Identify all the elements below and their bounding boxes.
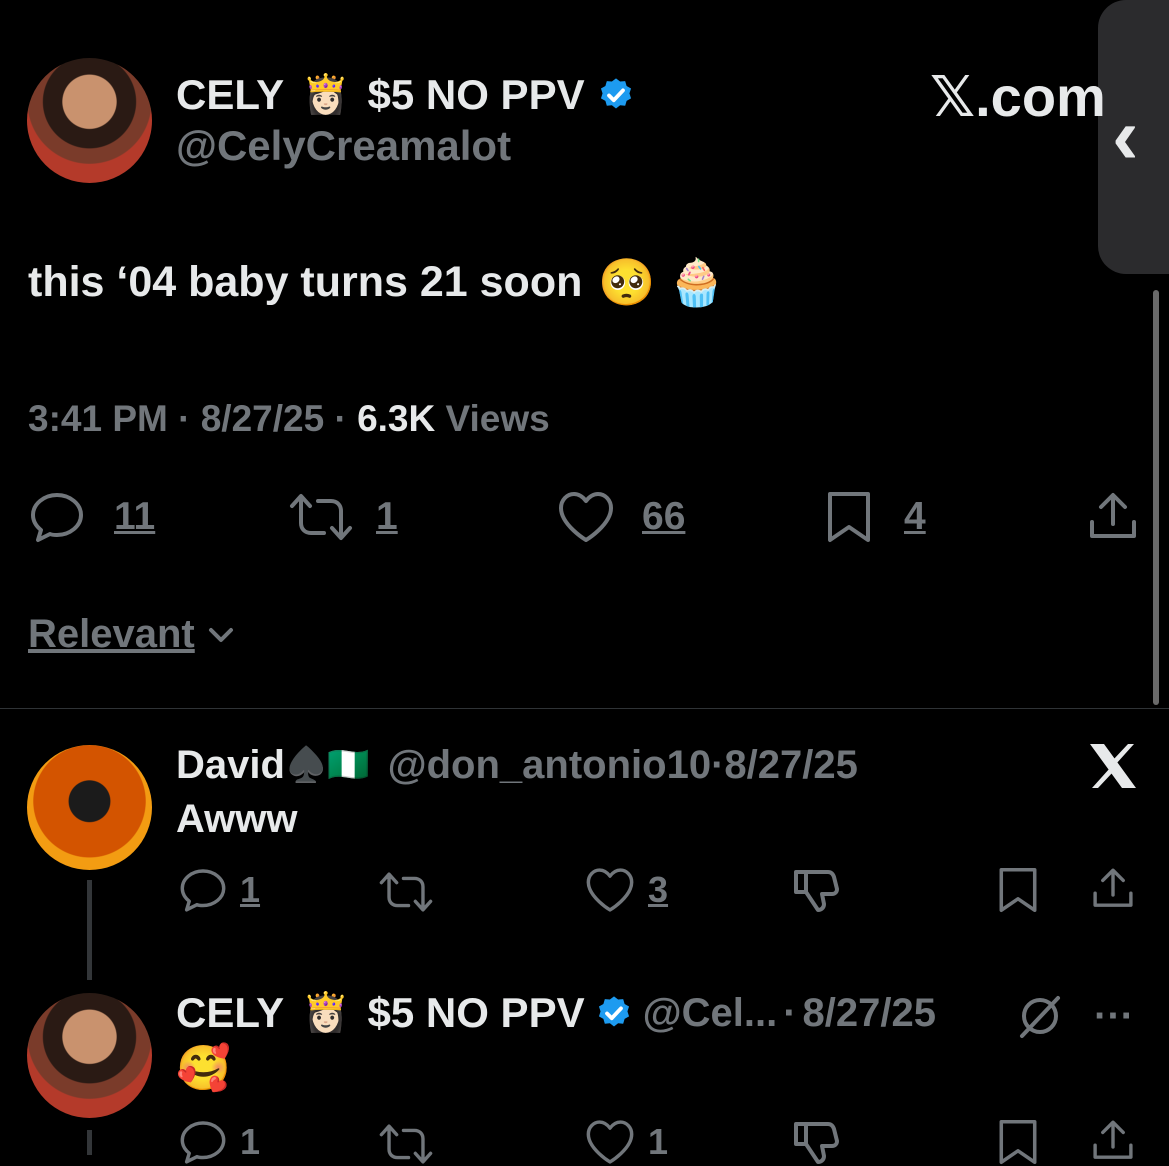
reply-reply-count: 1 [240,869,261,910]
reply-author-name: David [176,742,285,787]
tweet-emojis: 🥺 🧁 [598,256,726,308]
views-count: 6.3K [357,398,436,439]
author-name-row[interactable]: CELY 👸🏻 $5 NO PPV [176,70,635,120]
dislike-icon[interactable] [792,866,840,914]
like-count: 66 [642,495,686,538]
xcom-logo: 𝕏.com [930,65,1106,128]
author-handle[interactable]: @CelyCreamalot [176,122,511,170]
sort-dropdown[interactable]: Relevant [28,612,239,657]
reply-name-suffix: $5 NO PPV [367,989,585,1036]
reply-name-emojis: ♠️🇳🇬 [284,746,370,784]
tweet-date[interactable]: 8/27/25 [201,398,324,439]
bookmark-icon[interactable] [996,866,1040,914]
reply-handle: @don_antonio10 [387,742,712,787]
reply-like-button[interactable]: 3 [584,866,668,914]
crown-emoji: 👸🏻 [302,74,350,116]
share-icon[interactable] [1090,1118,1136,1164]
repost-count: 1 [376,495,398,538]
views-label: Views [445,398,550,439]
repost-icon[interactable] [378,1122,434,1166]
thread-line [87,1130,92,1155]
author-avatar[interactable] [27,58,152,183]
reply-handle: @Cel... [642,990,778,1035]
tweet-meta: 3:41 PM · 8/27/25 · 6.3K Views [28,398,550,440]
meta-separator: · [783,990,797,1035]
reply-icon [31,493,83,542]
tweet-text: this ‘04 baby turns 21 soon [28,258,583,306]
chevron-down-icon [208,627,233,642]
reply-avatar[interactable] [27,993,152,1118]
bookmark-icon[interactable] [996,1118,1040,1166]
thread-line [87,880,92,980]
section-divider [0,708,1169,709]
reply-reply-button[interactable]: 1 [178,1118,260,1166]
reply-author-name: CELY [176,989,285,1036]
reply-header[interactable]: CELY 👸🏻 $5 NO PPV @Cel... · 8/27/25 [176,988,936,1038]
side-panel-tab[interactable]: ‹ [1098,0,1169,274]
share-icon[interactable] [1090,866,1136,912]
tweet-body: this ‘04 baby turns 21 soon 🥺 🧁 [28,255,726,310]
meta-separator: · [711,742,725,787]
reply-like-count: 1 [648,1121,669,1162]
dislike-icon[interactable] [792,1118,840,1166]
repost-button[interactable]: 1 [288,492,398,542]
bookmark-icon [828,492,870,542]
reply-reply-button[interactable]: 1 [178,866,260,914]
repost-icon [290,494,352,540]
like-button[interactable]: 66 [556,490,685,544]
reply-icon [180,1121,226,1164]
crown-emoji: 👸🏻 [302,992,350,1034]
scrollbar[interactable] [1153,290,1159,705]
grok-icon[interactable] [1016,992,1064,1040]
chevron-left-icon: ‹ [1112,91,1139,180]
reply-date: 8/27/25 [724,742,858,787]
sort-label: Relevant [28,612,195,656]
reply-avatar[interactable] [27,745,152,870]
reply-text: Awww [176,797,298,841]
reply-reply-count: 1 [240,1121,261,1162]
meta-separator: · [178,398,201,439]
repost-icon[interactable] [378,870,434,914]
verified-badge-icon [600,78,631,109]
tweet-time[interactable]: 3:41 PM [28,398,168,439]
verified-badge-icon [598,996,629,1027]
reply-button[interactable]: 11 [28,490,155,544]
heart-icon [586,1120,634,1164]
share-icon[interactable] [1086,490,1140,544]
more-options-icon[interactable]: ··· [1094,994,1134,1039]
reply-like-count: 3 [648,869,669,910]
reply-like-button[interactable]: 1 [584,1118,668,1166]
meta-separator: · [334,398,358,439]
reply-text: 🥰 [176,1044,231,1093]
author-display-name: CELY [176,71,285,118]
reply-count: 11 [114,495,156,538]
bookmark-count: 4 [904,495,926,538]
x-logo-icon [1090,744,1136,788]
author-name-suffix: $5 NO PPV [367,71,585,118]
reply-header[interactable]: David ♠️🇳🇬 @don_antonio10 · 8/27/25 [176,740,858,790]
reply-icon [180,869,226,912]
reply-date: 8/27/25 [802,990,936,1035]
heart-icon [559,492,613,542]
bookmark-button[interactable]: 4 [824,490,926,544]
heart-icon [586,868,634,912]
